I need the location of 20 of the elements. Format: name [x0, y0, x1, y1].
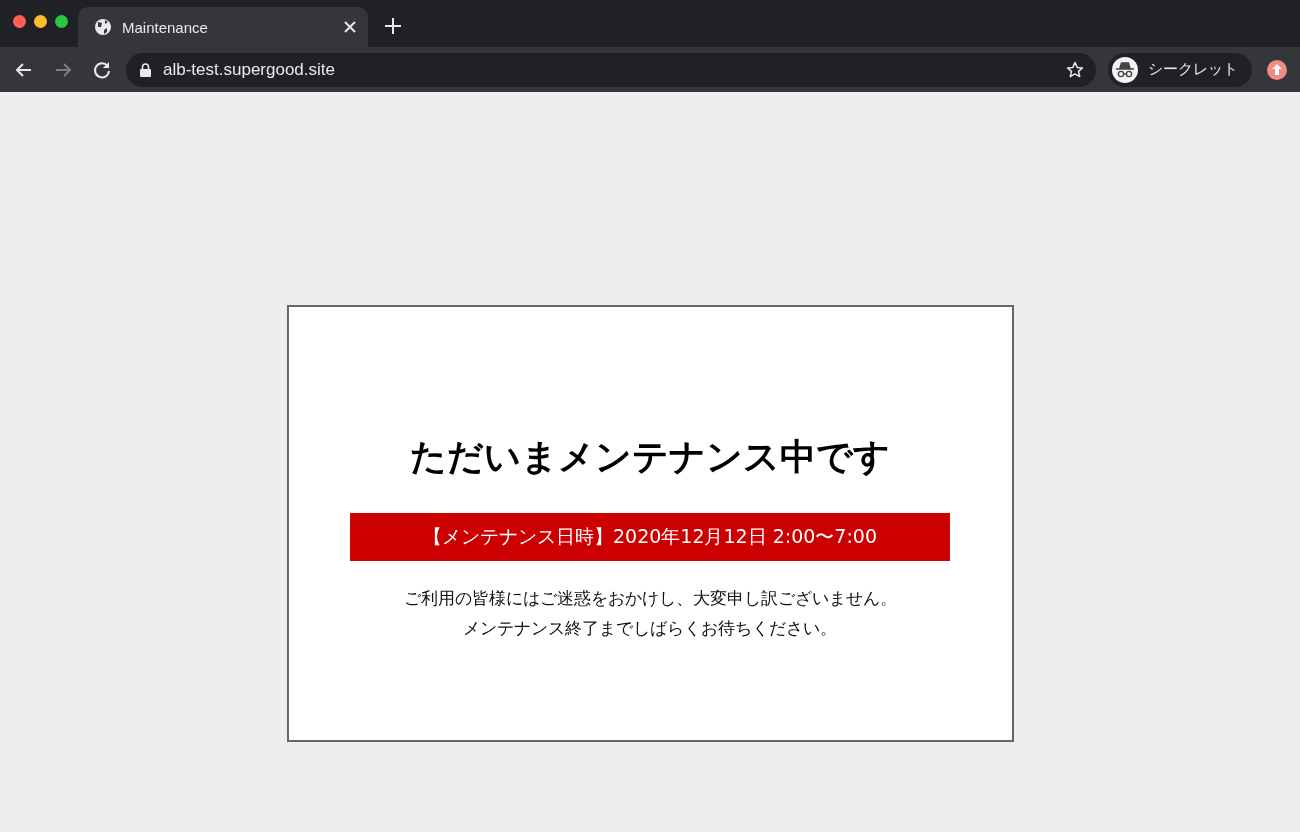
maximize-window-button[interactable] — [55, 15, 68, 28]
new-tab-icon[interactable] — [385, 18, 401, 34]
close-window-button[interactable] — [13, 15, 26, 28]
lock-icon — [140, 62, 151, 77]
globe-icon — [94, 18, 112, 36]
message-line: メンテナンス終了までしばらくお待ちください。 — [463, 617, 837, 640]
star-icon[interactable] — [1066, 60, 1084, 79]
maintenance-heading: ただいまメンテナンス中です — [410, 435, 890, 479]
incognito-icon — [1115, 61, 1135, 78]
url-text: alb-test.supergood.site — [163, 59, 336, 80]
update-icon[interactable] — [1266, 58, 1288, 81]
close-icon[interactable] — [344, 21, 356, 33]
reload-icon[interactable] — [92, 59, 112, 80]
tab-title: Maintenance — [122, 18, 209, 36]
message-line: ご利用の皆様にはご迷惑をおかけし、大変申し訳ございません。 — [403, 587, 897, 610]
address-bar[interactable]: alb-test.supergood.site — [126, 52, 1096, 87]
browser-tab[interactable]: Maintenance — [78, 7, 368, 47]
incognito-profile-button[interactable]: シークレット — [1108, 52, 1252, 87]
maintenance-schedule-banner: 【メンテナンス日時】2020年12月12日 2:00〜7:00 — [350, 513, 950, 561]
minimize-window-button[interactable] — [34, 15, 47, 28]
